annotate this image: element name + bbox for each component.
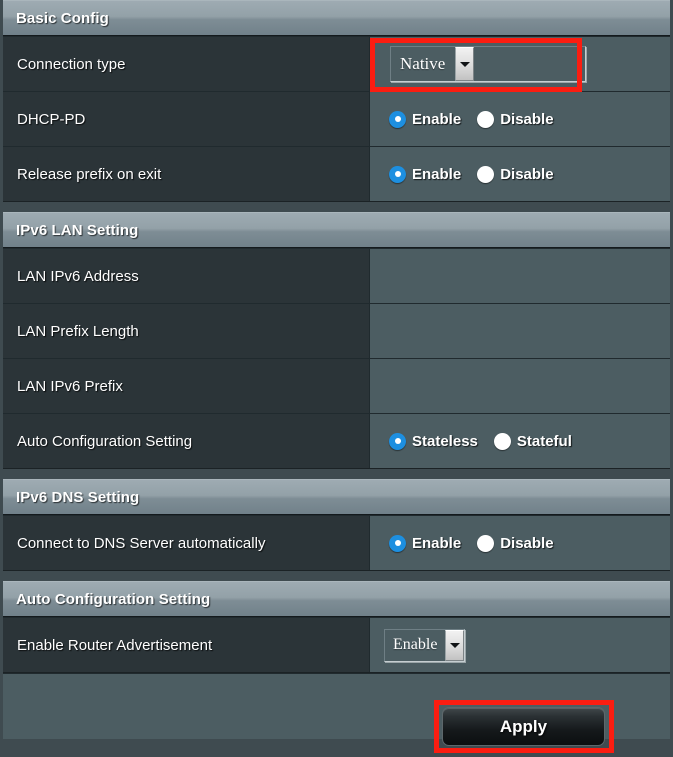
radio-option-connect-to-dns-server-automatically-0[interactable]: Enable [389,534,462,552]
row-label-auto-configuration-setting: Auto Configuration Setting [3,414,369,468]
section-basic-config: Basic Config Connection type Native DHCP-PD… [3,0,670,202]
section-title: Basic Config [16,10,109,27]
section-ipv6-dns-setting: IPv6 DNS Setting Connect to DNS Server au… [3,479,670,571]
section-title: IPv6 LAN Setting [16,222,139,239]
row-label-connection-type: Connection type [3,37,369,91]
row-auto-configuration-setting: Auto Configuration Setting Stateless State… [3,413,670,468]
radio-option-release-prefix-on-exit-0[interactable]: Enable [389,165,462,183]
row-value-lan-ipv6-address [369,249,670,303]
row-lan-prefix-length: LAN Prefix Length [3,303,670,358]
radio-label: Stateless [412,432,478,450]
row-label-lan-ipv6-prefix: LAN IPv6 Prefix [3,359,369,413]
radio-unselected-icon[interactable] [477,534,495,552]
row-value-lan-prefix-length [369,304,670,358]
section-header-ipv6-dns-setting: IPv6 DNS Setting [3,479,670,515]
row-value-release-prefix-on-exit: Enable Disable [369,147,670,201]
select-connection-type[interactable]: Native [390,46,586,82]
radio-label: Enable [412,534,462,552]
ipv6-settings-page: Basic Config Connection type Native DHCP-PD… [0,0,673,757]
select-value: Native [400,54,446,73]
section-title: Auto Configuration Setting [16,591,211,608]
row-value-auto-configuration-setting: Stateless Stateful [369,414,670,468]
row-value-enable-router-advertisement: Enable [369,618,670,672]
row-label-lan-ipv6-address: LAN IPv6 Address [3,249,369,303]
radio-group-dhcp-pd: Enable Disable [384,110,554,128]
radio-unselected-icon[interactable] [477,165,495,183]
section-auto-configuration-setting-section: Auto Configuration Setting Enable Router … [3,581,670,673]
radio-option-dhcp-pd-0[interactable]: Enable [389,110,462,128]
section-header-ipv6-lan-setting: IPv6 LAN Setting [3,212,670,248]
row-lan-ipv6-prefix: LAN IPv6 Prefix [3,358,670,413]
radio-option-connect-to-dns-server-automatically-1[interactable]: Disable [477,534,554,552]
select-enable-router-advertisement[interactable]: Enable [384,628,466,662]
chevron-down-icon[interactable] [455,47,475,81]
row-label-lan-prefix-length: LAN Prefix Length [3,304,369,358]
radio-option-auto-configuration-setting-1[interactable]: Stateful [493,432,572,450]
row-value-dhcp-pd: Enable Disable [369,92,670,146]
radio-label: Disable [500,165,554,183]
settings-sections: Basic Config Connection type Native DHCP-PD… [0,0,673,673]
radio-label: Disable [500,110,554,128]
chevron-down-icon[interactable] [445,629,465,661]
section-title: IPv6 DNS Setting [16,489,140,506]
radio-option-release-prefix-on-exit-1[interactable]: Disable [477,165,554,183]
section-ipv6-lan-setting: IPv6 LAN Setting LAN IPv6 Address LAN Pref… [3,212,670,469]
row-connect-to-dns-server-automatically: Connect to DNS Server automatically Enabl… [3,515,670,570]
row-value-connect-to-dns-server-automatically: Enable Disable [369,516,670,570]
radio-option-auto-configuration-setting-0[interactable]: Stateless [389,432,478,450]
radio-option-dhcp-pd-1[interactable]: Disable [477,110,554,128]
radio-group-auto-configuration-setting: Stateless Stateful [384,432,572,450]
radio-unselected-icon[interactable] [493,432,511,450]
radio-selected-icon[interactable] [389,110,406,128]
radio-label: Disable [500,534,554,552]
section-header-basic-config: Basic Config [3,0,670,36]
radio-label: Enable [412,110,462,128]
radio-label: Stateful [516,432,572,450]
radio-selected-icon[interactable] [389,534,406,552]
row-label-release-prefix-on-exit: Release prefix on exit [3,147,369,201]
row-enable-router-advertisement: Enable Router Advertisement Enable [3,617,670,672]
row-connection-type: Connection type Native [3,36,670,91]
section-header-auto-configuration-setting-section: Auto Configuration Setting [3,581,670,617]
row-dhcp-pd: DHCP-PD Enable Disable [3,91,670,146]
row-label-enable-router-advertisement: Enable Router Advertisement [3,618,369,672]
row-release-prefix-on-exit: Release prefix on exit Enable Disable [3,146,670,201]
radio-group-connect-to-dns-server-automatically: Enable Disable [384,534,554,552]
row-lan-ipv6-address: LAN IPv6 Address [3,248,670,303]
radio-unselected-icon[interactable] [477,110,495,128]
radio-selected-icon[interactable] [389,432,406,450]
apply-button[interactable]: Apply [442,707,605,746]
radio-selected-icon[interactable] [389,165,406,183]
select-value: Enable [393,636,438,653]
row-value-connection-type: Native [369,37,670,91]
row-label-connect-to-dns-server-automatically: Connect to DNS Server automatically [3,516,369,570]
row-label-dhcp-pd: DHCP-PD [3,92,369,146]
radio-group-release-prefix-on-exit: Enable Disable [384,165,554,183]
row-value-lan-ipv6-prefix [369,359,670,413]
radio-label: Enable [412,165,462,183]
